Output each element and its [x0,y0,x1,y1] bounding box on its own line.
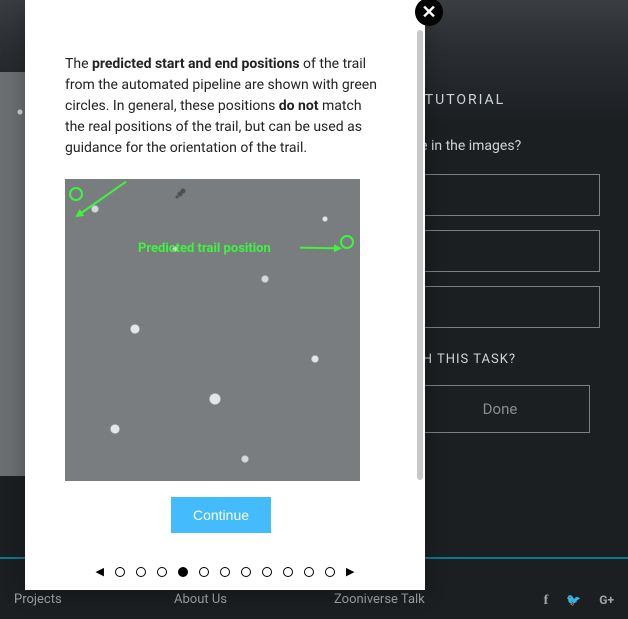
tutorial-modal: ✕ The predicted start and end positions … [25,0,425,590]
predicted-start-marker [69,187,83,201]
image-annotation-label: Predicted trail position [138,241,271,256]
text-emphasis: predicted start and end positions [92,56,300,72]
done-button[interactable]: Done [410,385,590,433]
pagination-dot-7[interactable] [241,567,251,577]
footer-social [544,592,614,617]
close-icon: ✕ [421,2,436,23]
pagination-dot-1[interactable] [115,567,125,577]
footer-col-3: Zooniverse Talk [334,592,494,617]
predicted-end-marker [340,235,354,249]
pagination-dot-8[interactable] [262,567,272,577]
facebook-icon[interactable] [544,592,549,617]
scrollbar[interactable] [417,30,423,480]
footer-link-talk[interactable]: Zooniverse Talk [334,592,494,607]
twitter-icon[interactable] [566,592,581,617]
footer-col-2: About Us [174,592,334,617]
footer-link-about[interactable]: About Us [174,592,334,607]
pagination-dot-10[interactable] [304,567,314,577]
pagination-prev[interactable]: ◀ [96,565,104,578]
text-segment: The [65,56,92,72]
footer-link-projects[interactable]: Projects [14,592,174,607]
google-plus-icon[interactable] [599,592,614,617]
pagination-dot-6[interactable] [220,567,230,577]
arrow-icon [76,181,126,217]
pagination-dot-11[interactable] [325,567,335,577]
pagination-dot-2[interactable] [136,567,146,577]
modal-content: The predicted start and end positions of… [25,26,417,550]
pagination-dot-4[interactable] [178,567,188,577]
pagination-dot-9[interactable] [283,567,293,577]
tutorial-paragraph: The predicted start and end positions of… [65,54,377,159]
continue-button[interactable]: Continue [171,497,271,533]
pagination-next[interactable]: ▶ [346,565,354,578]
footer: Projects About Us Zooniverse Talk [14,592,614,617]
text-emphasis: do not [279,98,319,114]
pagination-dot-3[interactable] [157,567,167,577]
footer-col-1: Projects [14,592,174,617]
tutorial-pagination: ◀▶ [25,565,425,578]
pagination-dot-5[interactable] [199,567,209,577]
tutorial-example-image: Predicted trail position [65,179,360,481]
arrow-icon [300,247,340,250]
